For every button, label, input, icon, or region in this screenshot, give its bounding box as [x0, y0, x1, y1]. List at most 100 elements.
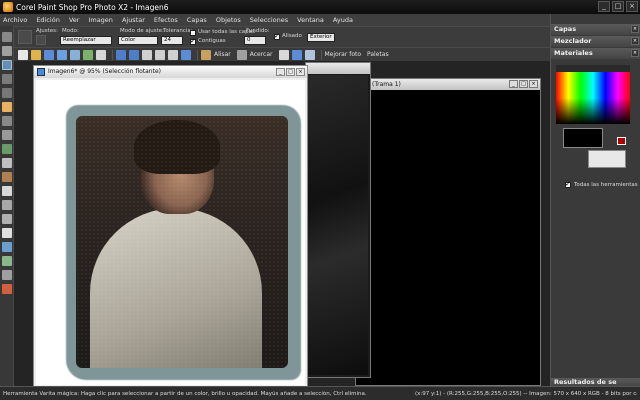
menu-imagen[interactable]: Imagen: [88, 16, 112, 24]
tools-palette: [0, 26, 14, 386]
todas-herramientas-checkbox[interactable]: [565, 180, 571, 188]
capas-panel-header[interactable]: Capas ×: [551, 24, 640, 35]
new-file-icon[interactable]: [18, 49, 28, 60]
alisado-mode-select[interactable]: Exterior: [307, 33, 335, 42]
undo-icon[interactable]: [116, 49, 126, 60]
print-icon[interactable]: [83, 49, 93, 60]
flood-fill-icon[interactable]: [2, 214, 12, 224]
crop-tool-icon[interactable]: [2, 88, 12, 98]
menu-archivo[interactable]: Archivo: [3, 16, 27, 24]
trama-minimize-button[interactable]: _: [509, 80, 518, 88]
paint-brush-icon[interactable]: [2, 144, 12, 154]
alisado-label: Alisado: [282, 33, 302, 39]
pen-icon[interactable]: [2, 256, 12, 266]
makeover-icon[interactable]: [2, 116, 12, 126]
image-window-imagen6[interactable]: Imagen6* @ 95% (Selección flotante) _ □ …: [33, 65, 308, 387]
lighten-darken-icon[interactable]: [2, 172, 12, 182]
trama-maximize-button[interactable]: □: [519, 80, 528, 88]
text-icon[interactable]: [2, 228, 12, 238]
middle-window-canvas[interactable]: [308, 75, 368, 375]
window-title: Corel Paint Shop Pro Photo X2 - Imagen6: [16, 2, 169, 12]
trama-close-button[interactable]: ×: [529, 80, 538, 88]
mezclador-panel-close-button[interactable]: ×: [631, 37, 639, 45]
minimize-button[interactable]: _: [598, 1, 610, 12]
magic-wand-tool-icon[interactable]: [2, 60, 12, 70]
scan-icon[interactable]: [57, 49, 67, 60]
usar-todas-capas-checkbox[interactable]: [190, 30, 196, 36]
eraser-icon[interactable]: [2, 186, 12, 196]
foreground-swatch[interactable]: [563, 128, 603, 148]
menu-capas[interactable]: Capas: [187, 16, 207, 24]
paletas-menu[interactable]: Paletas: [367, 51, 389, 58]
image-canvas[interactable]: [36, 80, 305, 385]
email-icon[interactable]: [96, 49, 106, 60]
tolerancia-label: Tolerancia:: [163, 28, 193, 34]
imagen6-maximize-button[interactable]: □: [286, 68, 295, 76]
imagen6-close-button[interactable]: ×: [296, 68, 305, 76]
acercar-button[interactable]: Acercar: [250, 51, 273, 58]
smooth-icon[interactable]: [201, 49, 211, 60]
status-image-info: (x:97 y:1) - (R:255,G:255,B:255,O:255) -…: [415, 390, 637, 397]
menu-ventana[interactable]: Ventana: [297, 16, 324, 24]
browse-icon[interactable]: [70, 49, 80, 60]
straighten-icon[interactable]: [304, 49, 315, 60]
art-media-icon[interactable]: [2, 284, 12, 294]
menu-efectos[interactable]: Efectos: [154, 16, 178, 24]
menu-objetos[interactable]: Objetos: [216, 16, 241, 24]
capas-panel-close-button[interactable]: ×: [631, 25, 639, 33]
alisado-checkbox[interactable]: [274, 32, 280, 40]
red-eye-icon[interactable]: [2, 102, 12, 112]
cut-icon[interactable]: [142, 49, 152, 60]
magic-wand-icon[interactable]: [18, 30, 32, 44]
airbrush-icon[interactable]: [2, 158, 12, 168]
materiales-panel-header[interactable]: Materiales ×: [551, 48, 640, 59]
clone-icon[interactable]: [2, 130, 12, 140]
color-picker-spectrum[interactable]: [556, 72, 630, 124]
modo-label: Modo:: [62, 28, 79, 34]
picture-tube-icon[interactable]: [2, 200, 12, 210]
toolbar-separator: [197, 49, 198, 60]
menu-ver[interactable]: Ver: [69, 16, 80, 24]
texture-swatch[interactable]: [588, 150, 626, 168]
modo-select[interactable]: Reemplazar: [60, 36, 112, 45]
modo-ajuste-select[interactable]: Color: [118, 36, 158, 45]
menu-ajustar[interactable]: Ajustar: [122, 16, 145, 24]
retouch-icon[interactable]: [291, 49, 302, 60]
save-icon[interactable]: [44, 49, 54, 60]
mezclador-panel-header[interactable]: Mezclador ×: [551, 36, 640, 47]
preset-shape-icon[interactable]: [2, 242, 12, 252]
middle-window-header: [306, 63, 370, 74]
copy-icon[interactable]: [155, 49, 165, 60]
paste-icon[interactable]: [168, 49, 178, 60]
image-window-middle[interactable]: [305, 62, 371, 378]
background-color-swatch[interactable]: [617, 137, 626, 145]
warp-brush-icon[interactable]: [2, 270, 12, 280]
open-folder-icon[interactable]: [31, 49, 41, 60]
selection-marquee: [76, 116, 288, 368]
fundido-input[interactable]: 0: [244, 36, 266, 45]
contiguas-checkbox[interactable]: [190, 37, 196, 45]
pick-icon[interactable]: [2, 46, 12, 56]
menu-selecciones[interactable]: Selecciones: [250, 16, 288, 24]
zoom-icon[interactable]: [236, 49, 247, 60]
menu-edicion[interactable]: Edición: [36, 16, 60, 24]
alisar-button[interactable]: Alisar: [214, 51, 231, 58]
tolerancia-input[interactable]: 24: [161, 36, 183, 45]
help-icon[interactable]: [181, 49, 191, 60]
image-window-trama[interactable]: (Trama 1) _ □ ×: [355, 78, 541, 386]
imagen6-minimize-button[interactable]: _: [276, 68, 285, 76]
crop-icon[interactable]: [278, 49, 289, 60]
material-tabs[interactable]: [556, 65, 630, 72]
dropper-icon[interactable]: [2, 74, 12, 84]
maximize-button[interactable]: □: [612, 1, 624, 12]
imagen6-window-title: Imagen6* @ 95% (Selección flotante): [48, 68, 161, 75]
redo-icon[interactable]: [129, 49, 139, 60]
materiales-panel-close-button[interactable]: ×: [631, 49, 639, 57]
standard-toolbar: Alisar Acercar Mejorar foto Paletas: [14, 47, 550, 61]
menu-ayuda[interactable]: Ayuda: [333, 16, 353, 24]
presets-icon[interactable]: [36, 35, 46, 45]
todas-herramientas-option: Todas las herramientas: [565, 180, 638, 188]
pan-icon[interactable]: [2, 32, 12, 42]
close-button[interactable]: ×: [626, 1, 638, 12]
mejorar-foto-menu[interactable]: Mejorar foto: [325, 51, 362, 58]
